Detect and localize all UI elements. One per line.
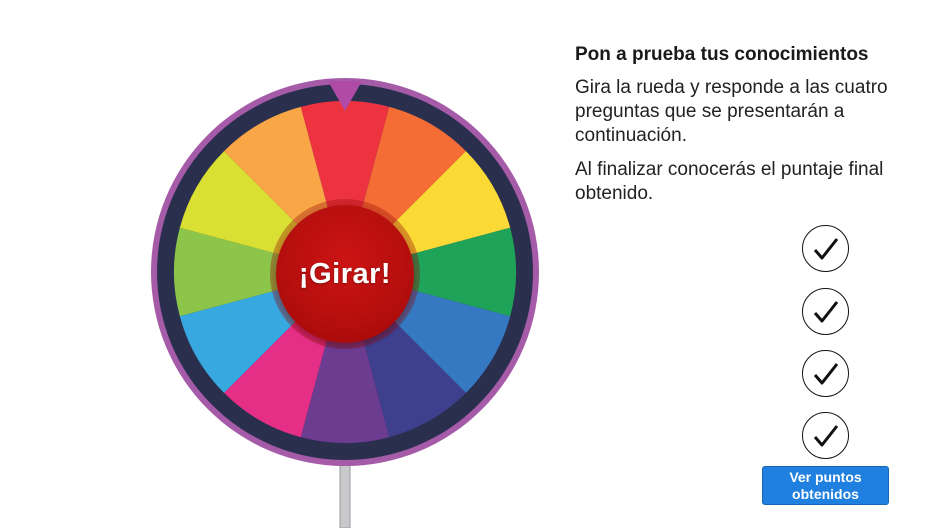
question-status-2 [802,288,849,335]
check-icon [812,423,839,448]
question-status-1 [802,225,849,272]
final-note-text: Al finalizar conocerás el puntaje final … [575,159,884,204]
view-points-button[interactable]: Ver puntos obtenidos [762,466,889,505]
check-icon [812,361,839,386]
question-status-4 [802,412,849,459]
spin-button-label: ¡Girar! [298,257,392,290]
question-status-3 [802,350,849,397]
panel-title: Pon a prueba tus conocimientos [575,44,869,65]
instructions-text: Gira la rueda y responde a las cuatro pr… [575,77,888,146]
instructions-panel: Pon a prueba tus conocimientos Gira la r… [575,44,910,216]
check-icon [812,236,839,261]
spin-button[interactable]: ¡Girar! [276,205,414,343]
check-icon [812,299,839,324]
